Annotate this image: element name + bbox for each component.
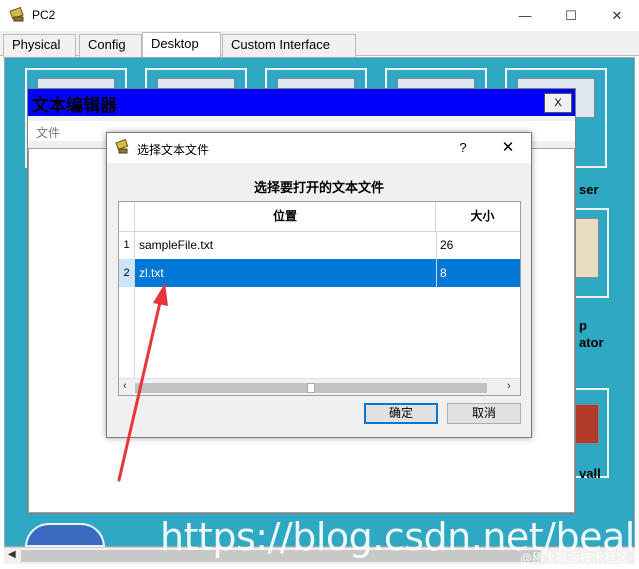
desktop-app-label: vall [579, 466, 601, 481]
text-editor-titlebar: 文本编辑器 X [28, 89, 575, 116]
dialog-titlebar: 选择文本文件 ? ✕ [107, 133, 531, 163]
table-row-selected[interactable]: 2 zl.txt 8 [119, 259, 520, 287]
scrollbar-grip[interactable] [307, 383, 315, 393]
tab-custom-interface[interactable]: Custom Interface [222, 34, 356, 57]
scroll-right-icon[interactable]: › [507, 380, 511, 392]
dialog-close-button[interactable]: ✕ [495, 137, 521, 159]
dialog-heading: 选择要打开的文本文件 [253, 180, 384, 195]
pc-app-icon [115, 139, 129, 154]
desktop-app-label: p [579, 318, 587, 333]
row-index: 2 [119, 259, 135, 287]
menu-file[interactable]: 文件 [36, 124, 60, 141]
cancel-button[interactable]: 取消 [447, 403, 521, 424]
table-horizontal-scrollbar[interactable]: ‹ › [119, 378, 520, 395]
column-header-size[interactable]: 大小 [436, 202, 520, 232]
tab-config[interactable]: Config [79, 34, 142, 57]
file-chooser-dialog: 选择文本文件 ? ✕ 选择要打开的文本文件 位置 大小 1 sampleFile… [106, 132, 532, 438]
scroll-left-icon[interactable]: ‹ [123, 380, 127, 392]
desktop-app-tile[interactable] [25, 523, 105, 547]
row-header-gutter [119, 287, 135, 379]
column-header-position[interactable]: 位置 [135, 202, 436, 232]
file-size-cell[interactable]: 8 [436, 259, 520, 287]
desktop-app-label: ator [579, 335, 604, 350]
close-window-button[interactable]: ✕ [594, 0, 639, 31]
file-name-cell[interactable]: sampleFile.txt [137, 231, 434, 259]
watermark-secondary: @稀土掘金技术社区 [520, 551, 629, 565]
desktop-app-label: ser [579, 182, 599, 197]
text-editor-title: 文本编辑器 [32, 96, 117, 116]
tab-desktop[interactable]: Desktop [142, 32, 221, 57]
help-button[interactable]: ? [451, 137, 475, 159]
minimize-button[interactable]: — [502, 0, 548, 31]
ok-button[interactable]: 确定 [364, 403, 438, 424]
tab-physical[interactable]: Physical [3, 34, 76, 57]
file-table: 位置 大小 1 sampleFile.txt 26 2 zl.txt 8 ‹ › [118, 201, 521, 396]
text-editor-close-button[interactable]: X [544, 93, 572, 113]
table-corner [119, 202, 135, 232]
dialog-title: 选择文本文件 [137, 143, 210, 157]
tab-bar: Physical Config Desktop Custom Interface [0, 31, 639, 57]
pc-app-icon [9, 6, 24, 22]
file-name-cell[interactable]: zl.txt [137, 259, 434, 287]
file-size-cell[interactable]: 26 [436, 231, 520, 259]
window-titlebar: PC2 — ☐ ✕ [0, 0, 639, 31]
scroll-left-icon[interactable]: ◀ [8, 549, 16, 560]
maximize-button[interactable]: ☐ [548, 0, 594, 31]
table-row[interactable]: 1 sampleFile.txt 26 [119, 231, 520, 259]
window-title: PC2 [32, 8, 56, 22]
row-index: 1 [119, 231, 135, 259]
